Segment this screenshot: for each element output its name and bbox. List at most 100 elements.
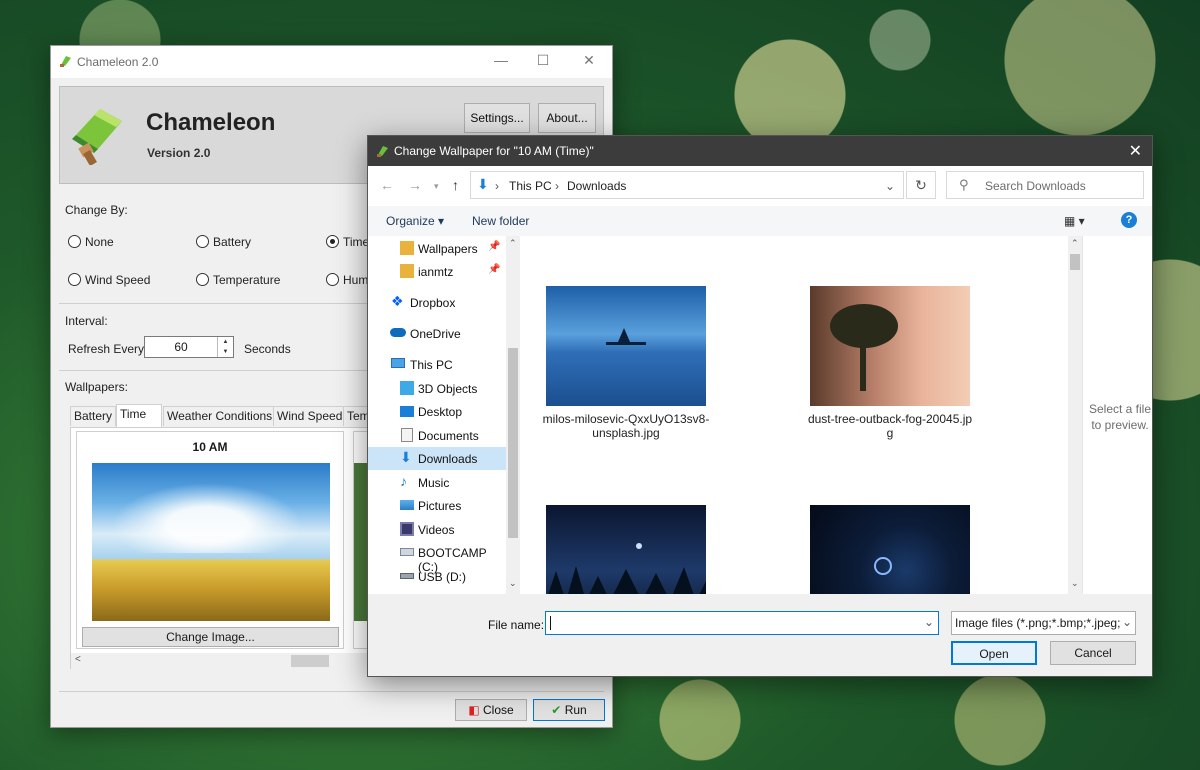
eclipse-ring-icon (874, 557, 892, 575)
chevron-down-icon[interactable]: ⌄ (1122, 615, 1133, 629)
interval-label: Interval: (65, 314, 108, 328)
scroll-up-icon[interactable]: ⌃ (1071, 238, 1079, 249)
wallpaper-tab-panel: 10 AM Change Image... (70, 427, 373, 669)
app-version: Version 2.0 (147, 146, 211, 160)
radio-humidity[interactable]: Hum (326, 273, 368, 287)
search-box[interactable]: ⚲ Search Downloads (946, 171, 1144, 199)
nav-item-desktop[interactable]: Desktop (368, 400, 506, 423)
pictures-icon (400, 500, 414, 510)
nav-item-ianmtz[interactable]: ianmtz 📌 (368, 260, 506, 283)
file-thumbnail-eclipse[interactable] (810, 505, 970, 594)
run-button[interactable]: ✔ Run (533, 699, 605, 721)
radio-temperature[interactable]: Temperature (196, 273, 280, 287)
file-item-milos[interactable]: milos-milosevic-QxxUyO13sv8- unsplash.jpg (526, 412, 726, 440)
breadcrumb-this-pc[interactable]: This PC (509, 179, 552, 193)
nav-item-bootcamp[interactable]: BOOTCAMP (C:) (368, 541, 506, 574)
close-button[interactable]: ◧ Close (455, 699, 527, 721)
chameleon-app-icon (60, 56, 71, 67)
document-icon (401, 428, 413, 442)
nav-item-downloads[interactable]: ⬇ Downloads (368, 447, 506, 470)
music-icon: ♪ (400, 473, 407, 489)
scroll-left-icon[interactable]: < (75, 654, 81, 665)
change-image-button[interactable]: Change Image... (82, 627, 339, 647)
view-options-icon[interactable]: ▦ ▾ (1064, 214, 1085, 228)
pin-icon[interactable]: 📌 (488, 264, 500, 275)
search-placeholder: Search Downloads (985, 179, 1086, 193)
file-thumbnail-night-forest[interactable] (546, 505, 706, 594)
breadcrumb-downloads[interactable]: Downloads (567, 179, 626, 193)
nav-item-dropbox[interactable]: ❖ Dropbox (368, 291, 506, 314)
help-icon[interactable]: ? (1121, 212, 1137, 228)
about-button[interactable]: About... (538, 103, 596, 133)
close-window-icon[interactable]: ✕ (579, 52, 599, 69)
scrollbar-thumb[interactable] (508, 348, 518, 538)
cancel-button[interactable]: Cancel (1050, 641, 1136, 665)
scrollbar-thumb[interactable] (291, 655, 329, 667)
address-bar[interactable]: ⬇ › This PC › Downloads ⌄ (470, 171, 904, 199)
radio-wind-speed[interactable]: Wind Speed (68, 273, 150, 287)
settings-button[interactable]: Settings... (464, 103, 530, 133)
nav-item-music[interactable]: ♪ Music (368, 471, 506, 494)
up-arrow-icon[interactable]: ↑ (452, 177, 459, 193)
text-caret (550, 616, 551, 630)
radio-none[interactable]: None (68, 235, 114, 249)
new-folder-button[interactable]: New folder (472, 214, 529, 228)
maximize-icon[interactable]: ☐ (533, 52, 553, 69)
minimize-icon[interactable]: — (491, 52, 511, 68)
drive-icon (400, 548, 414, 556)
tab-wind-speed[interactable]: Wind Speed (273, 406, 347, 426)
nav-item-onedrive[interactable]: OneDrive (368, 322, 506, 345)
nav-item-videos[interactable]: Videos (368, 518, 506, 541)
folder-icon (400, 264, 414, 278)
pin-icon[interactable]: 📌 (488, 241, 500, 252)
file-list-scrollbar[interactable]: ⌃ ⌄ (1068, 236, 1082, 594)
scroll-up-icon[interactable]: ⌃ (509, 238, 517, 249)
file-thumbnail-dust-tree[interactable] (810, 286, 970, 406)
radio-battery[interactable]: Battery (196, 235, 251, 249)
nav-item-documents[interactable]: Documents (368, 424, 506, 447)
preview-pane: Select a file to preview. (1082, 236, 1152, 594)
recent-locations-icon[interactable]: ▾ (434, 181, 439, 192)
refresh-icon[interactable]: ↻ (906, 171, 936, 199)
cloud-icon (390, 328, 406, 337)
close-dialog-icon[interactable]: ✕ (1129, 141, 1142, 161)
nav-item-usb[interactable]: USB (D:) (368, 565, 506, 588)
scroll-down-icon[interactable]: ⌄ (509, 578, 517, 589)
dialog-bottom-bar: File name: ⌄ Image files (*.png;*.bmp;*.… (368, 594, 1152, 676)
file-name-input[interactable]: ⌄ (545, 611, 939, 635)
forest-silhouette-icon (548, 566, 706, 594)
tab-weather-conditions[interactable]: Weather Conditions (163, 406, 277, 426)
file-type-filter[interactable]: Image files (*.png;*.bmp;*.jpeg; ⌄ (951, 611, 1136, 635)
nav-item-this-pc[interactable]: This PC (368, 353, 506, 376)
organize-button[interactable]: Organize ▾ (386, 214, 444, 228)
download-icon: ⬇ (400, 449, 412, 465)
file-name-label: File name: (488, 618, 545, 632)
scrollbar-thumb[interactable] (1070, 254, 1080, 270)
refresh-interval-value[interactable]: 60 (145, 340, 217, 354)
refresh-interval-stepper[interactable]: 60 ▲ ▼ (144, 336, 234, 358)
back-arrow-icon[interactable]: ← (380, 177, 394, 193)
nav-item-pictures[interactable]: Pictures (368, 494, 506, 517)
navigation-pane: Wallpapers 📌 ianmtz 📌 ❖ Dropbox OneDrive… (368, 236, 520, 594)
nav-pane-scrollbar[interactable]: ⌃ ⌄ (506, 236, 520, 594)
chameleon-titlebar: Chameleon 2.0 — ☐ ✕ (51, 46, 612, 78)
chevron-down-icon[interactable]: ⌄ (885, 179, 895, 193)
close-red-icon: ◧ (468, 703, 480, 717)
wallpaper-card: 10 AM Change Image... (76, 431, 344, 649)
file-item-dust-tree[interactable]: dust-tree-outback-fog-20045.jp g (790, 412, 990, 440)
chevron-down-icon[interactable]: ⌄ (924, 615, 934, 629)
wallpapers-label: Wallpapers: (65, 380, 128, 394)
desktop-icon (400, 406, 414, 417)
horizontal-scrollbar[interactable]: < (71, 653, 369, 669)
nav-item-3d-objects[interactable]: 3D Objects (368, 377, 506, 400)
breadcrumb-separator-icon: › (555, 179, 559, 193)
nav-item-wallpapers[interactable]: Wallpapers 📌 (368, 237, 506, 260)
file-thumbnail-milos[interactable] (546, 286, 706, 406)
tab-battery[interactable]: Battery (70, 406, 117, 426)
radio-time[interactable]: Time (326, 235, 369, 249)
tab-time[interactable]: Time (116, 404, 162, 428)
stepper-arrows-icon[interactable]: ▲ ▼ (217, 337, 233, 357)
forward-arrow-icon[interactable]: → (408, 177, 422, 193)
open-button[interactable]: Open (951, 641, 1037, 665)
scroll-down-icon[interactable]: ⌄ (1071, 578, 1079, 589)
